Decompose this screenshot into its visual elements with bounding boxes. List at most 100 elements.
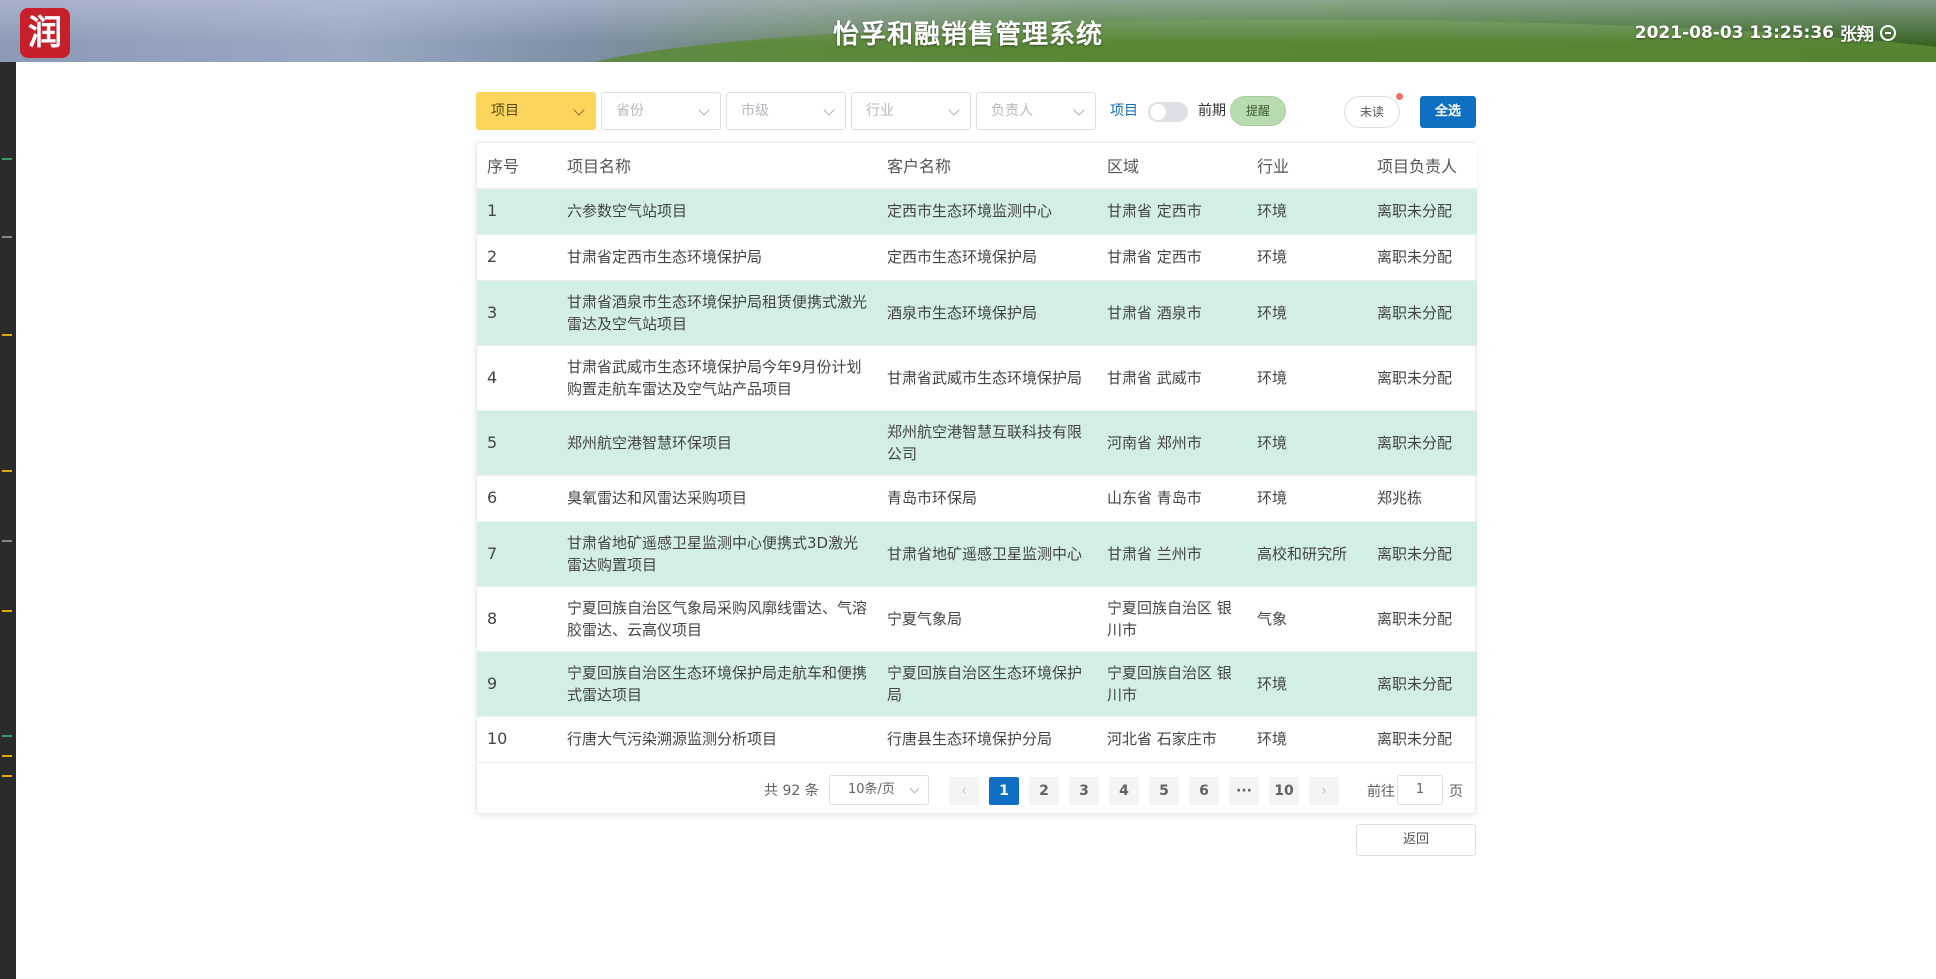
toggle-knob bbox=[1150, 104, 1166, 120]
table-row[interactable]: 3 甘肃省酒泉市生态环境保护局租赁便携式激光雷达及空气站项目 酒泉市生态环境保护局甘… bbox=[477, 280, 1477, 346]
prev-page-button[interactable]: ‹ bbox=[949, 777, 979, 805]
industry: 环境 bbox=[1247, 651, 1367, 717]
type-select[interactable]: 项目 bbox=[476, 92, 596, 130]
side-mark bbox=[2, 540, 12, 542]
column-header: 项目名称 bbox=[557, 143, 877, 189]
customer-name: 甘肃省武威市生态环境保护局 bbox=[877, 345, 1097, 411]
back-button[interactable]: 返回 bbox=[1356, 824, 1476, 856]
region: 甘肃省 定西市 bbox=[1097, 188, 1247, 235]
project-name: 郑州航空港智慧环保项目 bbox=[557, 410, 877, 476]
app-header: 润 怡孚和融销售管理系统 2021-08-03 13:25:36 张翔 bbox=[0, 0, 1936, 62]
goto-label: 前往 bbox=[1367, 784, 1395, 800]
chevron-down-icon bbox=[1073, 104, 1085, 116]
pagination: 共 92 条 10条/页 ‹ 1 2 3 4 5 6 ··· 10 › 前往 1… bbox=[477, 767, 1477, 813]
province-select[interactable]: 省份 bbox=[601, 92, 721, 130]
project-name: 宁夏回族自治区气象局采购风廓线雷达、气溶胶雷达、云高仪项目 bbox=[557, 586, 877, 652]
filter-bar: 项目 省份 市级 行业 负责人 项目 前期 提醒 未读 全选 bbox=[476, 92, 1476, 130]
row-index: 10 bbox=[477, 716, 557, 763]
page-size-select[interactable]: 10条/页 bbox=[829, 775, 929, 805]
project-owner: 离职未分配 bbox=[1367, 345, 1477, 411]
project-owner: 离职未分配 bbox=[1367, 234, 1477, 281]
current-datetime: 2021-08-03 13:25:36 bbox=[1634, 22, 1834, 43]
more-pages-button[interactable]: ··· bbox=[1229, 777, 1259, 805]
user-name[interactable]: 张翔 bbox=[1840, 20, 1874, 45]
toggle-label-project: 项目 bbox=[1110, 103, 1138, 119]
column-header: 区域 bbox=[1097, 143, 1247, 189]
side-mark bbox=[2, 470, 12, 472]
table-row[interactable]: 8 宁夏回族自治区气象局采购风廓线雷达、气溶胶雷达、云高仪项目 宁夏气象局 宁夏回族自… bbox=[477, 586, 1477, 652]
region: 山东省 青岛市 bbox=[1097, 475, 1247, 522]
region: 宁夏回族自治区 银川市 bbox=[1097, 651, 1247, 717]
chevron-down-icon bbox=[823, 104, 835, 116]
city-select[interactable]: 市级 bbox=[726, 92, 846, 130]
table-row[interactable]: 2 甘肃省定西市生态环境保护局 定西市生态环境保护局 甘肃省 定西市 环境 离职未分配 bbox=[477, 234, 1477, 281]
table-row[interactable]: 1 六参数空气站项目 定西市生态环境监测中心 甘肃省 定西市 环境 离职未分配 bbox=[477, 188, 1477, 235]
table-row[interactable]: 6 臭氧雷达和风雷达采购项目 青岛市环保局 山东省 青岛市 环境 郑兆栋 bbox=[477, 475, 1477, 522]
owner-placeholder: 负责人 bbox=[991, 103, 1033, 119]
customer-name: 郑州航空港智慧互联科技有限公司 bbox=[877, 410, 1097, 476]
toggle-label-early: 前期 bbox=[1198, 103, 1226, 119]
region: 甘肃省 兰州市 bbox=[1097, 521, 1247, 587]
region: 甘肃省 定西市 bbox=[1097, 234, 1247, 281]
industry: 环境 bbox=[1247, 280, 1367, 346]
remind-button[interactable]: 提醒 bbox=[1230, 96, 1286, 126]
table-row[interactable]: 10 行唐大气污染溯源监测分析项目 行唐县生态环境保护分局 河北省 石家庄市 环境 离职未… bbox=[477, 716, 1477, 763]
page-size-value: 10条/页 bbox=[848, 782, 895, 797]
page-button[interactable]: 5 bbox=[1149, 777, 1179, 805]
project-name: 行唐大气污染溯源监测分析项目 bbox=[557, 716, 877, 763]
industry: 气象 bbox=[1247, 586, 1367, 652]
industry: 环境 bbox=[1247, 716, 1367, 763]
table-row[interactable]: 7 甘肃省地矿遥感卫星监测中心便携式3D激光雷达购置项目 甘肃省地矿遥感卫星监测中心… bbox=[477, 521, 1477, 587]
chevron-down-icon bbox=[948, 104, 960, 116]
goto-suffix: 页 bbox=[1449, 784, 1463, 800]
next-page-button[interactable]: › bbox=[1309, 777, 1339, 805]
project-stage-toggle[interactable] bbox=[1148, 102, 1188, 122]
project-name: 甘肃省地矿遥感卫星监测中心便携式3D激光雷达购置项目 bbox=[557, 521, 877, 587]
industry: 环境 bbox=[1247, 475, 1367, 522]
row-index: 8 bbox=[477, 586, 557, 652]
page-button[interactable]: 4 bbox=[1109, 777, 1139, 805]
goto-page-input[interactable]: 1 bbox=[1397, 775, 1443, 805]
side-mark bbox=[2, 610, 12, 612]
row-index: 4 bbox=[477, 345, 557, 411]
customer-name: 行唐县生态环境保护分局 bbox=[877, 716, 1097, 763]
project-owner: 郑兆栋 bbox=[1367, 475, 1477, 522]
unread-badge-dot bbox=[1396, 93, 1403, 100]
side-mark bbox=[2, 755, 12, 757]
user-info: 2021-08-03 13:25:36 张翔 bbox=[1635, 20, 1896, 45]
customer-name: 宁夏回族自治区生态环境保护局 bbox=[877, 651, 1097, 717]
customer-name: 青岛市环保局 bbox=[877, 475, 1097, 522]
customer-name: 甘肃省地矿遥感卫星监测中心 bbox=[877, 521, 1097, 587]
region: 河南省 郑州市 bbox=[1097, 410, 1247, 476]
project-name: 臭氧雷达和风雷达采购项目 bbox=[557, 475, 877, 522]
unread-button[interactable]: 未读 bbox=[1344, 96, 1400, 128]
page-button[interactable]: 2 bbox=[1029, 777, 1059, 805]
select-all-button[interactable]: 全选 bbox=[1420, 96, 1476, 128]
logout-icon[interactable] bbox=[1880, 24, 1896, 41]
page-button[interactable]: 6 bbox=[1189, 777, 1219, 805]
table-row[interactable]: 9 宁夏回族自治区生态环境保护局走航车和便携式雷达项目 宁夏回族自治区生态环境保护局… bbox=[477, 651, 1477, 717]
project-name: 宁夏回族自治区生态环境保护局走航车和便携式雷达项目 bbox=[557, 651, 877, 717]
type-select-value: 项目 bbox=[491, 103, 519, 119]
project-owner: 离职未分配 bbox=[1367, 188, 1477, 235]
row-index: 5 bbox=[477, 410, 557, 476]
chevron-down-icon bbox=[909, 783, 920, 794]
column-header: 项目负责人 bbox=[1367, 143, 1477, 189]
owner-select[interactable]: 负责人 bbox=[976, 92, 1096, 130]
project-owner: 离职未分配 bbox=[1367, 410, 1477, 476]
page-button[interactable]: 10 bbox=[1269, 777, 1299, 805]
page-button[interactable]: 1 bbox=[989, 777, 1019, 805]
region: 甘肃省 武威市 bbox=[1097, 345, 1247, 411]
table-row[interactable]: 4 甘肃省武威市生态环境保护局今年9月份计划购置走航车雷达及空气站产品项目 甘肃省武… bbox=[477, 345, 1477, 411]
project-owner: 离职未分配 bbox=[1367, 716, 1477, 763]
side-mark bbox=[2, 735, 12, 737]
region: 甘肃省 酒泉市 bbox=[1097, 280, 1247, 346]
industry-select[interactable]: 行业 bbox=[851, 92, 971, 130]
project-name: 六参数空气站项目 bbox=[557, 188, 877, 235]
chevron-down-icon bbox=[698, 104, 710, 116]
province-placeholder: 省份 bbox=[616, 103, 644, 119]
side-mark bbox=[2, 236, 12, 238]
project-owner: 离职未分配 bbox=[1367, 521, 1477, 587]
page-button[interactable]: 3 bbox=[1069, 777, 1099, 805]
table-row[interactable]: 5 郑州航空港智慧环保项目 郑州航空港智慧互联科技有限公司 河南省 郑州市 环境 离职未分… bbox=[477, 410, 1477, 476]
